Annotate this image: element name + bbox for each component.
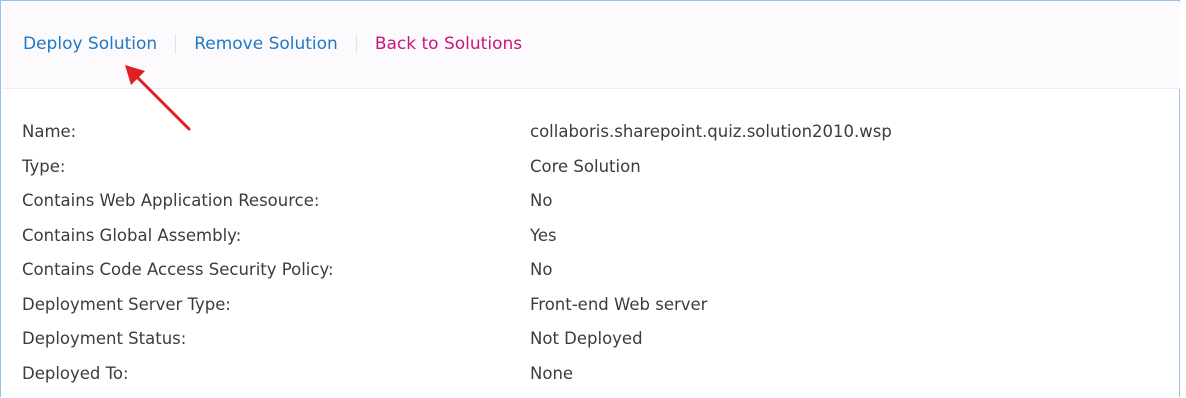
property-value: No	[530, 191, 553, 210]
deploy-solution-link[interactable]: Deploy Solution	[23, 34, 157, 54]
toolbar-separator	[175, 34, 177, 54]
property-label: Contains Web Application Resource:	[22, 191, 320, 210]
solution-properties-panel: Deploy Solution Remove Solution Back to …	[0, 0, 1180, 397]
toolbar-links: Deploy Solution Remove Solution Back to …	[23, 34, 522, 54]
property-label: Contains Code Access Security Policy:	[22, 260, 334, 279]
property-value: None	[530, 363, 574, 383]
property-value: Front-end Web server	[530, 294, 708, 314]
property-label: Name:	[22, 122, 77, 141]
property-label: Contains Global Assembly:	[22, 225, 242, 245]
property-value: collaboris.sharepoint.quiz.solution2010.…	[530, 122, 892, 141]
red-arrow-annotation-icon	[125, 65, 191, 131]
property-label: Deployment Server Type:	[22, 294, 231, 314]
property-value: No	[530, 260, 553, 279]
property-value: Yes	[530, 225, 557, 245]
property-label: Deployed To:	[22, 363, 129, 383]
back-to-solutions-link[interactable]: Back to Solutions	[375, 34, 522, 54]
property-label: Deployment Status:	[22, 329, 187, 348]
property-value: Not Deployed	[530, 329, 643, 348]
remove-solution-link[interactable]: Remove Solution	[194, 34, 338, 54]
toolbar-separator	[355, 34, 357, 54]
property-value: Core Solution	[530, 156, 641, 176]
property-label: Type:	[22, 156, 66, 176]
